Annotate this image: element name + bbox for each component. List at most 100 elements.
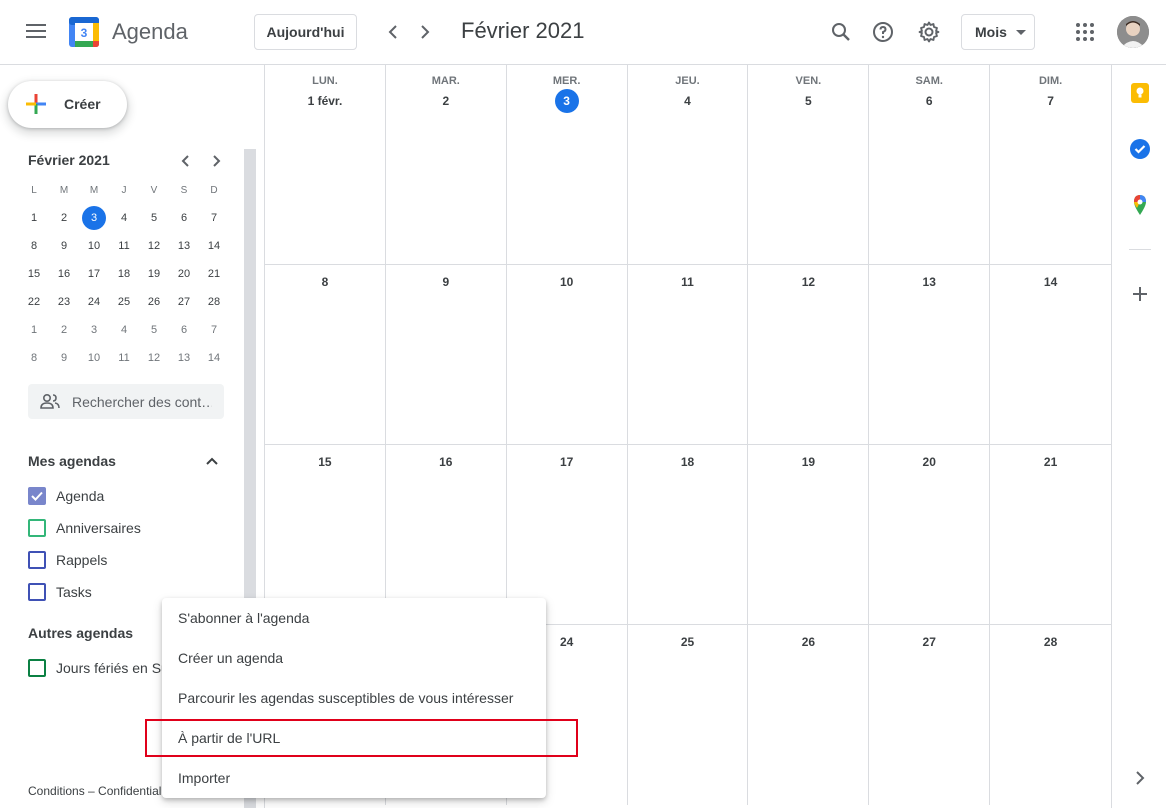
calendar-item-tasks[interactable]: Tasks [28, 580, 92, 604]
mini-day[interactable]: 16 [49, 260, 79, 288]
day-number[interactable]: 12 [748, 275, 868, 289]
settings-gear-icon[interactable] [917, 20, 941, 44]
mini-day[interactable]: 7 [199, 204, 229, 232]
mini-day-next-month[interactable]: 4 [109, 316, 139, 344]
day-number[interactable]: 17 [507, 455, 627, 469]
day-cell[interactable]: 28 [990, 625, 1111, 805]
day-number[interactable]: 9 [386, 275, 506, 289]
keep-icon[interactable] [1129, 82, 1151, 104]
checkbox-unchecked[interactable] [28, 519, 46, 537]
help-icon[interactable] [871, 20, 895, 44]
google-apps-grid-icon[interactable] [1073, 20, 1097, 44]
mini-day-today[interactable]: 3 [79, 204, 109, 232]
day-number[interactable]: 27 [869, 635, 989, 649]
day-number[interactable]: 10 [507, 275, 627, 289]
view-mode-select[interactable]: Mois [961, 14, 1035, 50]
mini-day[interactable]: 12 [139, 232, 169, 260]
day-number[interactable]: 14 [990, 275, 1111, 289]
mini-day[interactable]: 24 [79, 288, 109, 316]
mini-day-next-month[interactable]: 9 [49, 344, 79, 372]
menu-item-subscribe[interactable]: S'abonner à l'agenda [162, 598, 546, 638]
day-cell[interactable]: 19 [748, 445, 870, 624]
day-cell[interactable]: 18 [628, 445, 749, 624]
mini-day[interactable]: 2 [49, 204, 79, 232]
my-calendars-title[interactable]: Mes agendas [28, 453, 116, 469]
menu-item-browse-calendars[interactable]: Parcourir les agendas susceptibles de vo… [162, 678, 546, 718]
mini-day-next-month[interactable]: 14 [199, 344, 229, 372]
mini-calendar-next-icon[interactable] [206, 151, 226, 171]
day-number-today[interactable]: 3 [507, 89, 627, 113]
day-cell-today[interactable]: MER. 3 [507, 65, 628, 264]
mini-day[interactable]: 26 [139, 288, 169, 316]
calendar-item-anniversaires[interactable]: Anniversaires [28, 516, 141, 540]
day-number[interactable]: 8 [265, 275, 385, 289]
day-cell[interactable]: 13 [869, 265, 991, 444]
mini-day[interactable]: 20 [169, 260, 199, 288]
day-cell[interactable]: MAR. 2 [386, 65, 507, 264]
tasks-icon[interactable] [1129, 138, 1151, 160]
calendar-item-agenda[interactable]: Agenda [28, 484, 104, 508]
mini-day[interactable]: 8 [19, 232, 49, 260]
day-number[interactable]: 20 [869, 455, 989, 469]
previous-period-icon[interactable] [381, 20, 405, 44]
day-cell[interactable]: 25 [628, 625, 749, 805]
checkbox-checked[interactable] [28, 487, 46, 505]
day-number[interactable]: 26 [748, 635, 868, 649]
calendar-item-rappels[interactable]: Rappels [28, 548, 107, 572]
today-button[interactable]: Aujourd'hui [254, 14, 357, 50]
day-number[interactable]: 13 [869, 275, 989, 289]
day-cell[interactable]: LUN. 1 févr. [265, 65, 386, 264]
mini-day[interactable]: 1 [19, 204, 49, 232]
day-number[interactable]: 18 [628, 455, 748, 469]
menu-item-create-calendar[interactable]: Créer un agenda [162, 638, 546, 678]
day-number[interactable]: 11 [628, 275, 748, 289]
day-cell[interactable]: JEU. 4 [628, 65, 749, 264]
mini-day[interactable]: 14 [199, 232, 229, 260]
day-cell[interactable]: VEN. 5 [748, 65, 870, 264]
day-number[interactable]: 25 [628, 635, 748, 649]
checkbox-unchecked[interactable] [28, 551, 46, 569]
mini-day[interactable]: 28 [199, 288, 229, 316]
day-number[interactable]: 7 [990, 94, 1111, 108]
search-icon[interactable] [829, 20, 853, 44]
calendar-item-holidays[interactable]: Jours fériés en Su [28, 656, 169, 680]
mini-day[interactable]: 4 [109, 204, 139, 232]
day-number[interactable]: 21 [990, 455, 1111, 469]
calendar-logo-icon[interactable]: 3 [68, 16, 100, 48]
day-cell[interactable]: DIM. 7 [990, 65, 1111, 264]
day-number[interactable]: 4 [628, 94, 748, 108]
day-number[interactable]: 1 févr. [265, 94, 385, 108]
mini-day[interactable]: 9 [49, 232, 79, 260]
mini-day[interactable]: 10 [79, 232, 109, 260]
mini-day-next-month[interactable]: 6 [169, 316, 199, 344]
mini-day-next-month[interactable]: 7 [199, 316, 229, 344]
mini-day-next-month[interactable]: 13 [169, 344, 199, 372]
mini-day[interactable]: 11 [109, 232, 139, 260]
expand-panel-chevron-icon[interactable] [1129, 767, 1151, 789]
next-period-icon[interactable] [413, 20, 437, 44]
day-number[interactable]: 6 [869, 94, 989, 108]
day-cell[interactable]: 14 [990, 265, 1111, 444]
menu-item-import[interactable]: Importer [162, 758, 546, 798]
add-addon-plus-icon[interactable] [1129, 283, 1151, 305]
mini-day[interactable]: 23 [49, 288, 79, 316]
mini-calendar-previous-icon[interactable] [176, 151, 196, 171]
mini-day[interactable]: 15 [19, 260, 49, 288]
mini-day-next-month[interactable]: 1 [19, 316, 49, 344]
hamburger-menu-icon[interactable] [20, 20, 52, 44]
day-cell[interactable]: 26 [748, 625, 870, 805]
mini-day[interactable]: 21 [199, 260, 229, 288]
mini-day-next-month[interactable]: 2 [49, 316, 79, 344]
day-cell[interactable]: 9 [386, 265, 507, 444]
day-number[interactable]: 19 [748, 455, 868, 469]
checkbox-unchecked[interactable] [28, 583, 46, 601]
footer-links[interactable]: Conditions – Confidential [28, 784, 161, 798]
mini-day[interactable]: 25 [109, 288, 139, 316]
mini-day[interactable]: 5 [139, 204, 169, 232]
day-cell[interactable]: 27 [869, 625, 991, 805]
mini-day-next-month[interactable]: 10 [79, 344, 109, 372]
create-button[interactable]: Créer [8, 81, 127, 128]
mini-day-next-month[interactable]: 5 [139, 316, 169, 344]
day-number[interactable]: 16 [386, 455, 506, 469]
mini-day-next-month[interactable]: 8 [19, 344, 49, 372]
